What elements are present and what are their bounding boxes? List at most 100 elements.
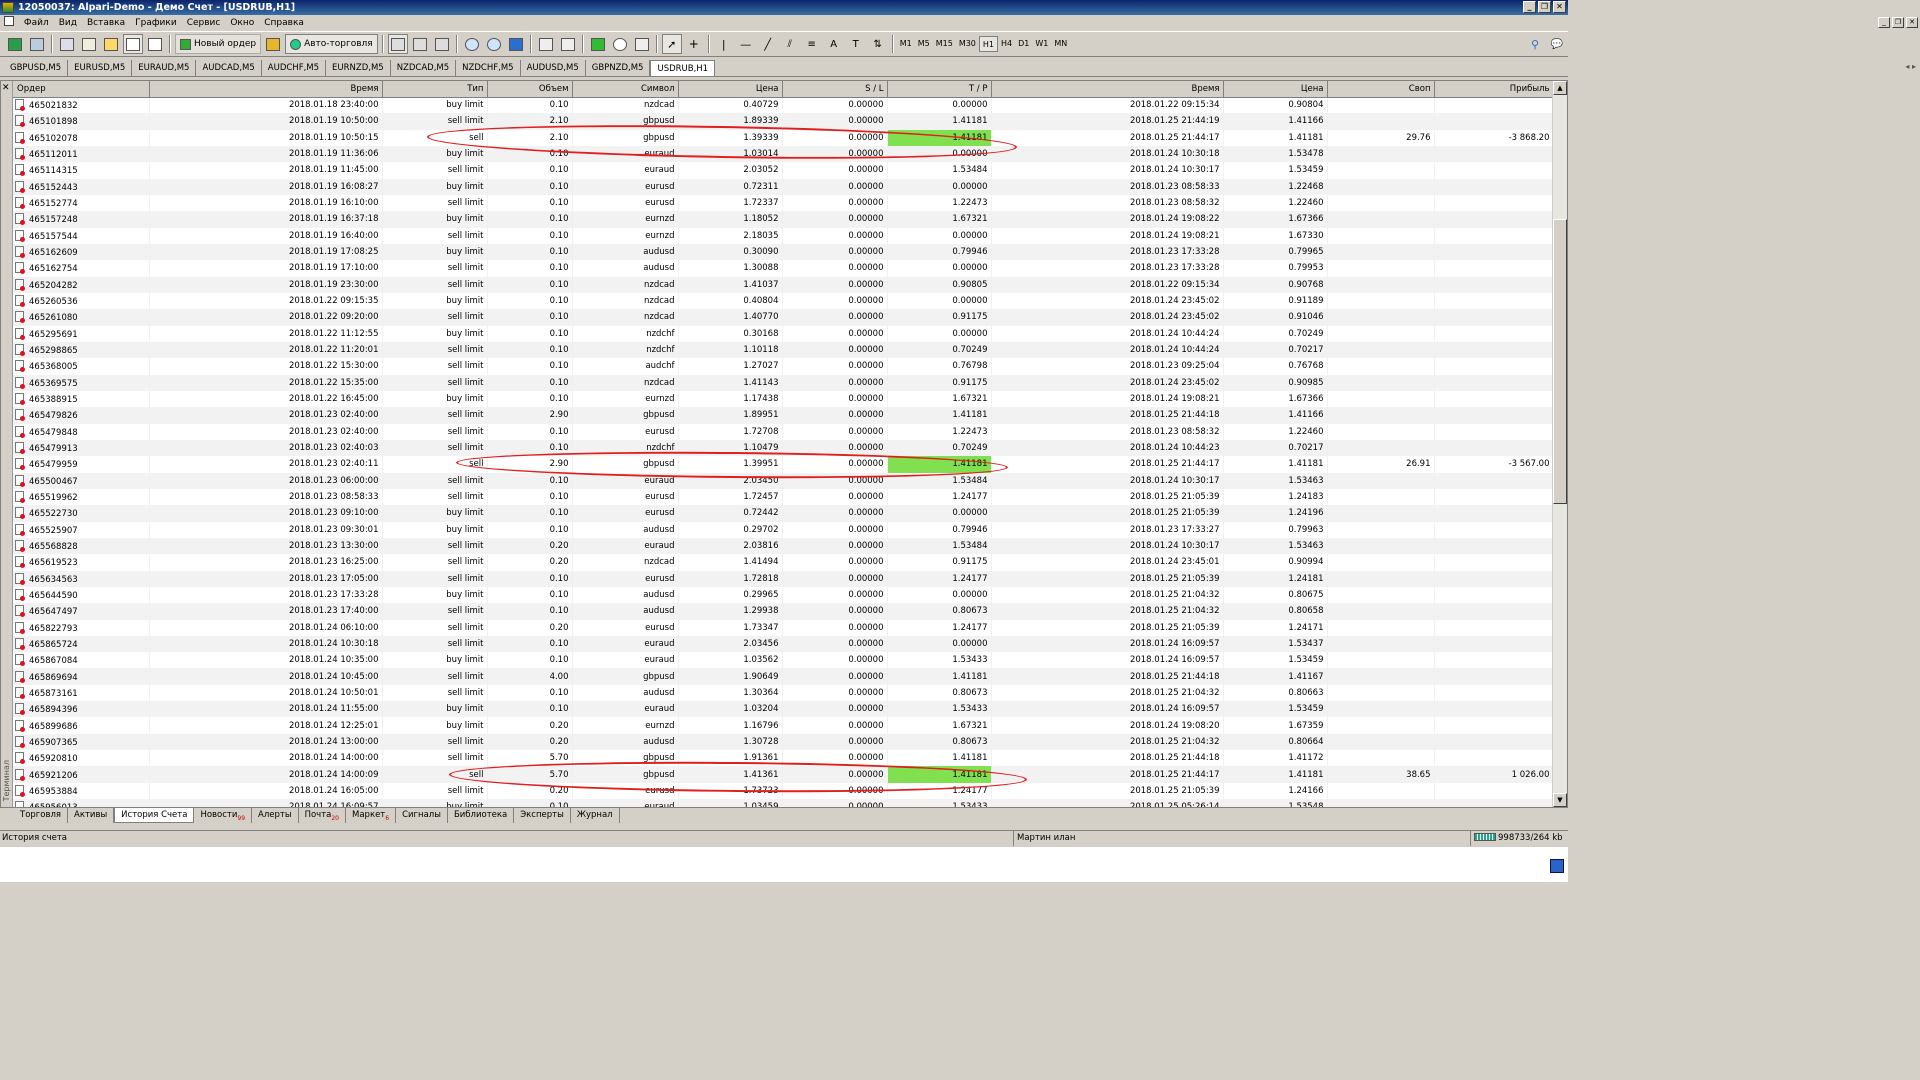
table-row[interactable]: 465152774 2018.01.19 16:10:00 sell limit 0.… xyxy=(13,194,1553,212)
timeframe-m15-button[interactable]: M15 xyxy=(933,36,956,52)
terminal-tab[interactable]: Библиотека xyxy=(448,808,515,823)
table-row[interactable]: 465295691 2018.01.22 11:12:55 buy limit 0.1… xyxy=(13,325,1553,342)
chart-tab[interactable]: NZDCAD,M5 xyxy=(391,60,457,76)
table-row[interactable]: 465822793 2018.01.24 06:10:00 sell limit 0.… xyxy=(13,619,1553,636)
timeframe-m5-button[interactable]: M5 xyxy=(915,36,933,52)
chart-shift-icon[interactable] xyxy=(536,34,556,54)
table-row[interactable]: 465298865 2018.01.22 11:20:01 sell limit 0.… xyxy=(13,341,1553,359)
chart-tab[interactable]: AUDCAD,M5 xyxy=(196,60,262,76)
chart-document-icon[interactable] xyxy=(4,16,14,26)
table-row[interactable]: 465369575 2018.01.22 15:35:00 sell limit 0.… xyxy=(13,374,1553,391)
timeframe-w1-button[interactable]: W1 xyxy=(1032,36,1051,52)
menu-item[interactable]: Сервис xyxy=(183,15,227,31)
terminal-tab[interactable]: История Счета xyxy=(114,808,195,823)
table-row[interactable]: 465525907 2018.01.23 09:30:01 buy limit 0.1… xyxy=(13,521,1553,538)
table-row[interactable]: 465920810 2018.01.24 14:00:00 sell limit 5.… xyxy=(13,750,1553,767)
terminal-tab[interactable]: Эксперты xyxy=(514,808,571,823)
menu-item[interactable]: Вид xyxy=(55,15,83,31)
timeframe-h1-button[interactable]: H1 xyxy=(978,36,999,52)
cursor-icon[interactable]: ➚ xyxy=(661,34,682,54)
column-header[interactable]: Цена xyxy=(1223,81,1328,98)
table-row[interactable]: 465568828 2018.01.23 13:30:00 sell limit 0.… xyxy=(13,537,1553,555)
child-restore-icon[interactable]: ❐ xyxy=(1892,17,1904,28)
column-header[interactable]: Время xyxy=(991,81,1224,98)
chart-tab[interactable]: GBPNZD,M5 xyxy=(586,60,651,76)
table-row[interactable]: 465907365 2018.01.24 13:00:00 sell limit 0.… xyxy=(13,733,1553,751)
table-row[interactable]: 465921206 2018.01.24 14:00:09 sell 5.70 gbpu… xyxy=(13,766,1553,783)
chart-tab[interactable]: EURNZD,M5 xyxy=(326,60,391,76)
table-row[interactable]: 465021832 2018.01.18 23:40:00 buy limit 0.1… xyxy=(13,97,1553,114)
scroll-up-icon[interactable]: ▲ xyxy=(1553,81,1567,95)
chart-tab[interactable]: GBPUSD,M5 xyxy=(4,60,69,76)
table-row[interactable]: 465152443 2018.01.19 16:08:27 buy limit 0.1… xyxy=(13,178,1553,195)
table-row[interactable]: 465112011 2018.01.19 11:36:06 buy limit 0.1… xyxy=(13,145,1553,163)
profiles-icon[interactable] xyxy=(27,34,47,54)
table-row[interactable]: 465869694 2018.01.24 10:45:00 sell limit 4.… xyxy=(13,668,1553,685)
table-row[interactable]: 465894396 2018.01.24 11:55:00 buy limit 0.1… xyxy=(13,701,1553,718)
tray-icon[interactable] xyxy=(1550,859,1564,873)
minimize-icon[interactable]: _ xyxy=(1523,1,1536,13)
table-row[interactable]: 465865724 2018.01.24 10:30:18 sell limit 0.… xyxy=(13,635,1553,653)
table-row[interactable]: 465953884 2018.01.24 16:05:00 sell limit 0.… xyxy=(13,782,1553,800)
table-row[interactable]: 465157248 2018.01.19 16:37:18 buy limit 0.1… xyxy=(13,211,1553,228)
zoom-out-icon[interactable] xyxy=(484,34,504,54)
strategy-tester-icon[interactable] xyxy=(145,34,165,54)
equidistant-channel-icon[interactable]: ⫽ xyxy=(780,34,800,54)
table-row[interactable]: 465102078 2018.01.19 10:50:15 sell 2.10 gbpu… xyxy=(13,129,1553,146)
table-row[interactable]: 465479913 2018.01.23 02:40:03 sell limit 0.… xyxy=(13,439,1553,457)
table-row[interactable]: 465260536 2018.01.22 09:15:35 buy limit 0.1… xyxy=(13,292,1553,310)
table-row[interactable]: 465647497 2018.01.23 17:40:00 sell limit 0.… xyxy=(13,603,1553,620)
arrows-icon[interactable]: ⇅ xyxy=(868,34,888,54)
tile-windows-icon[interactable] xyxy=(506,34,526,54)
terminal-icon[interactable] xyxy=(123,34,143,54)
scroll-down-icon[interactable]: ▼ xyxy=(1553,793,1567,807)
timeframe-mn-button[interactable]: MN xyxy=(1051,36,1070,52)
terminal-tab[interactable]: Торговля xyxy=(14,808,69,823)
periods-icon[interactable] xyxy=(610,34,630,54)
navigator-icon[interactable] xyxy=(101,34,121,54)
table-row[interactable]: 465519962 2018.01.23 08:58:33 sell limit 0.… xyxy=(13,488,1553,506)
chart-tab[interactable]: AUDUSD,M5 xyxy=(521,60,586,76)
search-icon[interactable]: ⚲ xyxy=(1525,34,1545,54)
table-row[interactable]: 465634563 2018.01.23 17:05:00 sell limit 0.… xyxy=(13,570,1553,587)
horizontal-line-icon[interactable]: — xyxy=(736,34,756,54)
menu-item[interactable]: Графики xyxy=(131,15,183,31)
menu-item[interactable]: Окно xyxy=(226,15,260,31)
line-chart-icon[interactable] xyxy=(432,34,452,54)
table-row[interactable]: 465204282 2018.01.19 23:30:00 sell limit 0.… xyxy=(13,276,1553,293)
chart-tab[interactable]: EURUSD,M5 xyxy=(68,60,133,76)
bar-chart-icon[interactable] xyxy=(387,34,408,54)
column-header[interactable]: Объем xyxy=(487,81,573,98)
menu-item[interactable]: Файл xyxy=(20,15,55,31)
terminal-tab[interactable]: Журнал xyxy=(571,808,620,823)
column-header[interactable]: T / P xyxy=(887,81,992,98)
templates-icon[interactable] xyxy=(632,34,652,54)
column-header[interactable]: Тип xyxy=(382,81,488,98)
table-row[interactable]: 465388915 2018.01.22 16:45:00 buy limit 0.1… xyxy=(13,390,1553,408)
terminal-close-icon[interactable]: ✕ xyxy=(2,83,10,93)
text-label-icon[interactable]: T xyxy=(846,34,866,54)
indicators-icon[interactable] xyxy=(588,34,608,54)
table-row[interactable]: 465479826 2018.01.23 02:40:00 sell limit 2.… xyxy=(13,407,1553,424)
text-icon[interactable]: A xyxy=(824,34,844,54)
child-close-icon[interactable]: ✕ xyxy=(1906,17,1918,28)
child-minimize-icon[interactable]: _ xyxy=(1878,17,1890,28)
fibonacci-icon[interactable]: ≡ xyxy=(802,34,822,54)
restore-icon[interactable]: ❐ xyxy=(1538,1,1551,13)
table-row[interactable]: 465261080 2018.01.22 09:20:00 sell limit 0.… xyxy=(13,309,1553,326)
market-watch-icon[interactable] xyxy=(57,34,77,54)
terminal-tab[interactable]: Активы xyxy=(68,808,115,823)
chart-tab[interactable]: NZDCHF,M5 xyxy=(456,60,521,76)
table-row[interactable]: 465956013 2018.01.24 16:09:57buy limit0.1… xyxy=(13,799,1553,807)
table-row[interactable]: 465899686 2018.01.24 12:25:01 buy limit 0.2… xyxy=(13,717,1553,734)
chart-tab[interactable]: USDRUB,H1 xyxy=(650,60,716,76)
scroll-thumb[interactable] xyxy=(1553,219,1567,504)
column-header[interactable]: Ордер xyxy=(13,81,150,98)
menu-item[interactable]: Справка xyxy=(260,15,310,31)
table-row[interactable]: 465479959 2018.01.23 02:40:11 sell 2.90 gbpu… xyxy=(13,456,1553,473)
column-header[interactable]: Своп xyxy=(1327,81,1435,98)
chart-tab[interactable]: AUDCHF,M5 xyxy=(262,60,327,76)
table-row[interactable]: 465644590 2018.01.23 17:33:28 buy limit 0.1… xyxy=(13,586,1553,604)
chart-tab[interactable]: EURAUD,M5 xyxy=(132,60,197,76)
column-header[interactable]: Цена xyxy=(678,81,783,98)
